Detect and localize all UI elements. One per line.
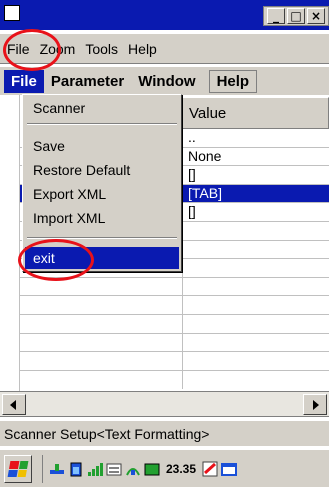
network-icon[interactable] [125, 461, 141, 477]
horizontal-scrollbar[interactable] [0, 391, 329, 417]
status-bar: Scanner Setup<Text Formatting> [0, 420, 329, 446]
clock[interactable]: 23.35 [163, 462, 199, 476]
arrow-right-icon [313, 400, 319, 410]
title-bar: _ □ × [0, 0, 329, 30]
start-button[interactable] [4, 454, 32, 483]
app-menu-parameter[interactable]: Parameter [44, 70, 131, 93]
system-tray: 23.35 [42, 454, 238, 483]
app-menu-window[interactable]: Window [131, 70, 202, 93]
menu-item-export-xml[interactable]: Export XML [25, 183, 179, 205]
outer-menu-help[interactable]: Help [123, 41, 162, 57]
app-menu-bar: File Parameter Window Help [0, 66, 329, 95]
table-row[interactable] [20, 334, 329, 353]
menu-item-save[interactable]: Save [25, 135, 179, 157]
signal-icon[interactable] [87, 461, 103, 477]
scroll-right-button[interactable] [303, 394, 327, 415]
window-controls: _ □ × [263, 6, 329, 26]
app-window-icon[interactable] [4, 5, 20, 21]
value-cell: [TAB] [188, 184, 222, 201]
outer-menu-bar: File Zoom Tools Help [0, 34, 329, 64]
value-cell: .. [188, 129, 196, 145]
scroll-left-button[interactable] [2, 394, 26, 415]
menu-item-scanner[interactable]: Scanner [25, 97, 179, 119]
menu-separator [27, 237, 177, 239]
keyboard-icon[interactable] [106, 461, 122, 477]
outer-menu-tools[interactable]: Tools [80, 41, 123, 57]
app-menu-file[interactable]: File [4, 69, 44, 93]
arrow-left-icon [10, 400, 16, 410]
outer-menu-zoom[interactable]: Zoom [35, 41, 81, 57]
windows-flag-icon [7, 460, 29, 477]
app-menu-help[interactable]: Help [208, 69, 258, 93]
table-row[interactable] [20, 278, 329, 297]
table-row[interactable] [20, 352, 329, 371]
close-button[interactable]: × [307, 8, 325, 24]
taskbar: 23.35 [0, 449, 329, 487]
outer-menu-file[interactable]: File [2, 41, 35, 57]
menu-separator [27, 123, 177, 125]
table-row[interactable] [20, 315, 329, 334]
value-cell: None [188, 147, 222, 164]
minimize-button[interactable]: _ [267, 8, 285, 24]
value-cell: [] [188, 166, 196, 183]
file-dropdown-menu: Scanner Save Restore Default Export XML … [22, 94, 182, 272]
column-divider [182, 129, 183, 389]
column-header-value[interactable]: Value [182, 97, 329, 129]
window-icon[interactable] [221, 461, 238, 477]
sync-icon[interactable] [49, 461, 65, 477]
menu-item-exit[interactable]: exit [25, 247, 179, 269]
tools-icon[interactable] [202, 461, 218, 477]
maximize-button[interactable]: □ [287, 8, 305, 24]
tree-pane-edge [0, 95, 20, 391]
value-cell: [] [188, 203, 196, 220]
table-row[interactable] [20, 296, 329, 315]
menu-item-import-xml[interactable]: Import XML [25, 207, 179, 229]
battery-level-icon[interactable] [144, 461, 160, 477]
battery-icon[interactable] [68, 461, 84, 477]
menu-item-restore-default[interactable]: Restore Default [25, 159, 179, 181]
